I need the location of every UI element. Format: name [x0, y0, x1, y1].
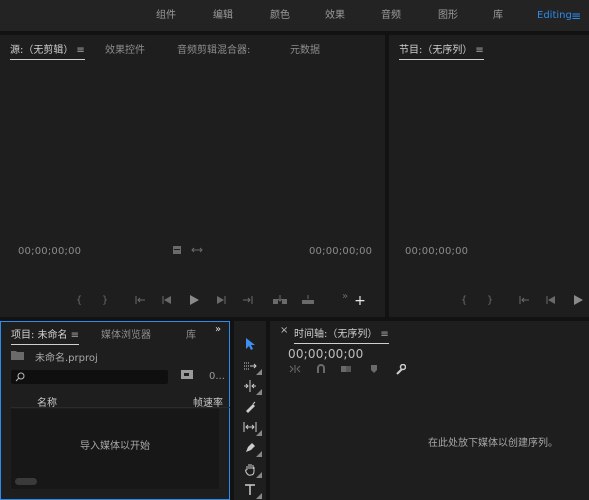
pen-tool-more-icon [256, 451, 262, 457]
nest-sequence-icon[interactable] [288, 364, 302, 374]
step-forward-icon[interactable] [214, 295, 228, 305]
item-count: 0... [209, 371, 225, 382]
go-to-out-icon[interactable] [241, 295, 255, 305]
workspace-tab-editing-cn[interactable]: 编辑 [213, 0, 233, 32]
insert-icon[interactable] [273, 295, 287, 305]
tab-audio-clip-mixer[interactable]: 音频剪辑混合器: [177, 41, 250, 56]
go-to-in-icon[interactable] [133, 295, 147, 305]
workspace-tab-audio[interactable]: 音频 [381, 0, 401, 32]
timeline-settings-wrench-icon[interactable] [393, 364, 407, 375]
drop-media-hint: 在此处放下媒体以创建序列。 [428, 438, 558, 449]
snap-icon[interactable] [314, 364, 328, 374]
source-duration-timecode: 00;00;00;00 [309, 246, 373, 257]
tools-panel [234, 321, 266, 500]
source-monitor-panel: 源:（无剪辑） ≡ 效果控件 音频剪辑混合器: 元数据 00;00;00;00 0… [0, 35, 385, 317]
program-playhead-timecode[interactable]: 00;00;00;00 [405, 246, 468, 257]
timeline-playhead-timecode[interactable]: 00;00;00;00 [288, 347, 363, 361]
tab-effect-controls[interactable]: 效果控件 [105, 41, 145, 56]
program-go-to-in-icon[interactable] [517, 295, 531, 305]
program-mark-in-icon[interactable]: { [457, 295, 471, 306]
close-timeline-icon[interactable]: × [280, 325, 288, 336]
pen-tool[interactable] [240, 439, 262, 457]
column-frame-rate[interactable]: 帧速率 [193, 394, 229, 409]
source-panel-header: 源:（无剪辑） ≡ 效果控件 音频剪辑混合器: 元数据 [0, 35, 385, 60]
project-scrollbar[interactable] [15, 478, 37, 485]
search-icon [15, 372, 25, 382]
tab-timeline-label: 时间轴:（无序列） [294, 329, 378, 340]
panel-menu-icon[interactable]: ≡ [76, 45, 84, 56]
new-search-bin-icon[interactable] [181, 370, 193, 384]
hand-tool[interactable] [240, 460, 262, 478]
project-panel-menu-icon[interactable]: ≡ [71, 330, 79, 341]
razor-tool[interactable] [240, 398, 260, 416]
workspace-menu-icon[interactable]: ≡ [571, 0, 581, 32]
tab-source[interactable]: 源:（无剪辑） ≡ [10, 41, 85, 60]
add-marker-icon[interactable] [367, 364, 381, 374]
linked-selection-icon[interactable] [339, 364, 353, 374]
selection-tool[interactable] [240, 335, 260, 353]
program-panel-menu-icon[interactable]: ≡ [475, 45, 483, 56]
column-name[interactable]: 名称 [37, 394, 57, 409]
workspace-tab-effects[interactable]: 效果 [325, 0, 345, 32]
workspace-tab-color[interactable]: 颜色 [270, 0, 290, 32]
play-icon[interactable] [187, 295, 201, 305]
program-step-back-icon[interactable] [544, 295, 558, 305]
import-media-hint: 导入媒体以开始 [80, 441, 150, 452]
tab-project[interactable]: 项目: 未命名 ≡ [11, 326, 79, 345]
tab-program[interactable]: 节目:（无序列） ≡ [399, 41, 484, 60]
track-select-tool[interactable] [240, 357, 262, 375]
zoom-fit-icon[interactable] [190, 245, 204, 255]
project-items-area[interactable]: 导入媒体以开始 [11, 409, 219, 489]
tab-source-label: 源:（无剪辑） [10, 45, 74, 56]
more-controls-icon[interactable]: » [338, 291, 352, 302]
overwrite-icon[interactable] [301, 295, 315, 305]
type-tool-more-icon [256, 493, 262, 499]
project-panel-header: 项目: 未命名 ≡ 媒体浏览器 库 » [1, 322, 229, 345]
program-mark-out-icon[interactable]: } [483, 295, 497, 306]
program-monitor-panel: 节目:（无序列） ≡ 00;00;00;00 { } [389, 35, 589, 317]
source-playhead-timecode[interactable]: 00;00;00;00 [18, 246, 81, 257]
button-editor-plus-icon[interactable]: + [353, 293, 367, 309]
type-tool[interactable] [240, 481, 262, 499]
project-panel: 项目: 未命名 ≡ 媒体浏览器 库 » 未命名.prproj 0... 名称 帧速… [0, 321, 230, 500]
timeline-panel-header: × 时间轴:（无序列） ≡ [270, 321, 589, 344]
workspace-tab-editing[interactable]: Editing [537, 0, 572, 32]
mark-in-icon[interactable]: { [72, 295, 86, 306]
mark-out-icon[interactable]: } [98, 295, 112, 306]
hand-tool-more-icon [256, 472, 262, 478]
workspace-tab-graphics[interactable]: 图形 [438, 0, 458, 32]
drop-frame-icon[interactable] [170, 245, 184, 255]
project-file-icon [11, 350, 24, 363]
tab-media-browser[interactable]: 媒体浏览器 [101, 326, 151, 341]
workspace-tab-assembly[interactable]: 组件 [156, 0, 176, 32]
project-column-header-row: 名称 帧速率 [11, 392, 230, 409]
step-back-icon[interactable] [160, 295, 174, 305]
workspace-tab-libraries[interactable]: 库 [493, 0, 503, 32]
program-panel-header: 节目:（无序列） ≡ [389, 35, 589, 60]
tab-libraries[interactable]: 库 [186, 326, 196, 341]
tab-program-label: 节目:（无序列） [399, 45, 473, 56]
project-file-name: 未命名.prproj [35, 353, 98, 364]
slip-tool[interactable] [240, 418, 262, 436]
tab-timeline[interactable]: 时间轴:（无序列） ≡ [294, 325, 389, 344]
tab-metadata[interactable]: 元数据 [290, 41, 320, 56]
more-tabs-icon[interactable]: » [215, 324, 221, 335]
timeline-panel: × 时间轴:（无序列） ≡ 00;00;00;00 在此处放下媒体以创建序列。 [270, 321, 589, 500]
slip-tool-more-icon [256, 430, 262, 436]
ripple-edit-tool[interactable] [240, 377, 262, 395]
timeline-panel-menu-icon[interactable]: ≡ [380, 329, 388, 340]
ripple-edit-tool-more-icon [256, 389, 262, 395]
track-select-tool-more-icon [256, 369, 262, 375]
tab-project-label: 项目: 未命名 [11, 330, 68, 341]
project-search-input[interactable] [11, 370, 168, 384]
workspace-bar: 组件 编辑 颜色 效果 音频 图形 库 Editing ≡ [0, 0, 589, 32]
program-play-icon[interactable] [571, 295, 585, 305]
